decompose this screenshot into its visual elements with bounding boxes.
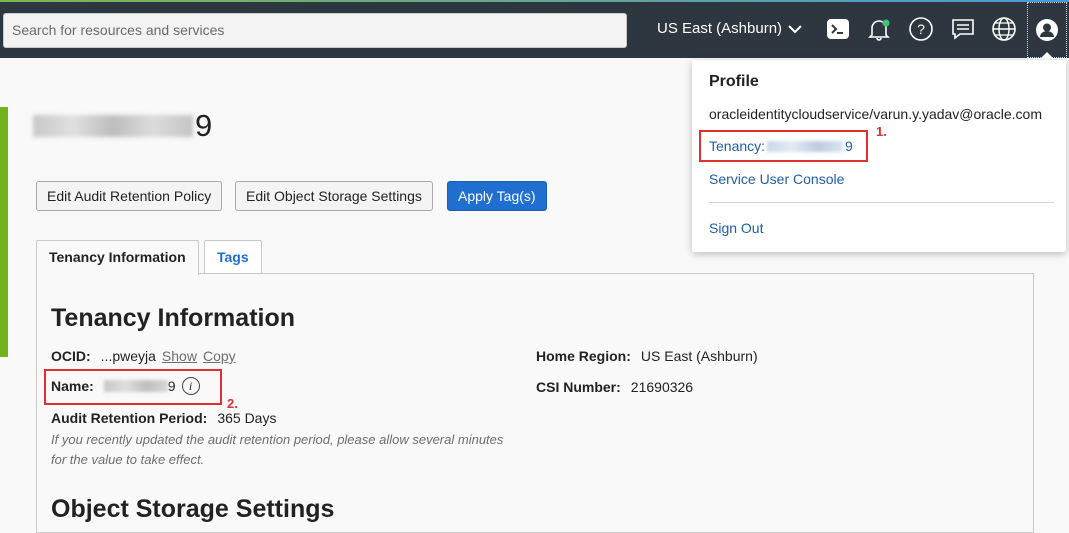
ocid-row: OCID: ...pweyja Show Copy bbox=[51, 348, 236, 364]
csi-label: CSI Number: bbox=[536, 379, 621, 395]
redacted-name bbox=[33, 115, 193, 137]
bell-icon[interactable] bbox=[866, 16, 892, 42]
menu-divider bbox=[709, 202, 1054, 203]
edit-object-storage-button[interactable]: Edit Object Storage Settings bbox=[235, 181, 433, 211]
profile-menu-title: Profile bbox=[709, 73, 759, 90]
service-user-console-link[interactable]: Service User Console bbox=[709, 171, 844, 187]
profile-icon bbox=[1036, 19, 1058, 41]
home-region-row: Home Region: US East (Ashburn) bbox=[536, 348, 758, 364]
ocid-label: OCID: bbox=[51, 348, 91, 364]
edit-audit-retention-button[interactable]: Edit Audit Retention Policy bbox=[36, 181, 223, 211]
tab-tags[interactable]: Tags bbox=[204, 240, 262, 274]
help-icon[interactable]: ? bbox=[908, 16, 934, 42]
svg-text:?: ? bbox=[917, 21, 925, 37]
audit-hint-text: If you recently updated the audit retent… bbox=[51, 432, 504, 467]
home-region-label: Home Region: bbox=[536, 348, 631, 364]
copy-ocid-link[interactable]: Copy bbox=[203, 348, 236, 364]
audit-row: Audit Retention Period: 365 Days bbox=[51, 410, 276, 426]
home-region-value: US East (Ashburn) bbox=[640, 348, 758, 364]
page-title: 9 bbox=[33, 108, 212, 144]
profile-button[interactable] bbox=[1027, 2, 1067, 58]
profile-username: oracleidentitycloudservice/varun.y.yadav… bbox=[709, 106, 1042, 122]
show-ocid-link[interactable]: Show bbox=[162, 348, 197, 364]
sign-out-link[interactable]: Sign Out bbox=[709, 220, 763, 236]
tab-tenancy-information[interactable]: Tenancy Information bbox=[36, 240, 199, 275]
apply-tags-button[interactable]: Apply Tag(s) bbox=[447, 181, 547, 211]
csi-row: CSI Number: 21690326 bbox=[536, 379, 693, 395]
highlight-box-2 bbox=[44, 369, 222, 405]
feedback-icon[interactable] bbox=[950, 16, 976, 42]
audit-label: Audit Retention Period: bbox=[51, 410, 208, 426]
region-label: US East (Ashburn) bbox=[657, 20, 783, 37]
chevron-down-icon bbox=[788, 24, 802, 33]
region-selector[interactable]: US East (Ashburn) bbox=[657, 20, 802, 37]
section-heading-object-storage: Object Storage Settings bbox=[51, 495, 335, 523]
top-accent-line bbox=[0, 0, 1069, 2]
globe-icon[interactable] bbox=[991, 16, 1017, 42]
resource-status-bar bbox=[0, 107, 8, 357]
annotation-label-2: 2. bbox=[227, 396, 238, 411]
ocid-value: ...pweyja bbox=[100, 348, 156, 364]
audit-value: 365 Days bbox=[217, 410, 277, 426]
search-input[interactable]: Search for resources and services bbox=[3, 13, 627, 48]
annotation-label-1: 1. bbox=[876, 124, 887, 139]
csi-value: 21690326 bbox=[630, 379, 694, 395]
highlight-box-1 bbox=[699, 130, 868, 162]
cloud-shell-icon[interactable] bbox=[825, 16, 851, 42]
section-heading-tenancy: Tenancy Information bbox=[51, 304, 296, 332]
